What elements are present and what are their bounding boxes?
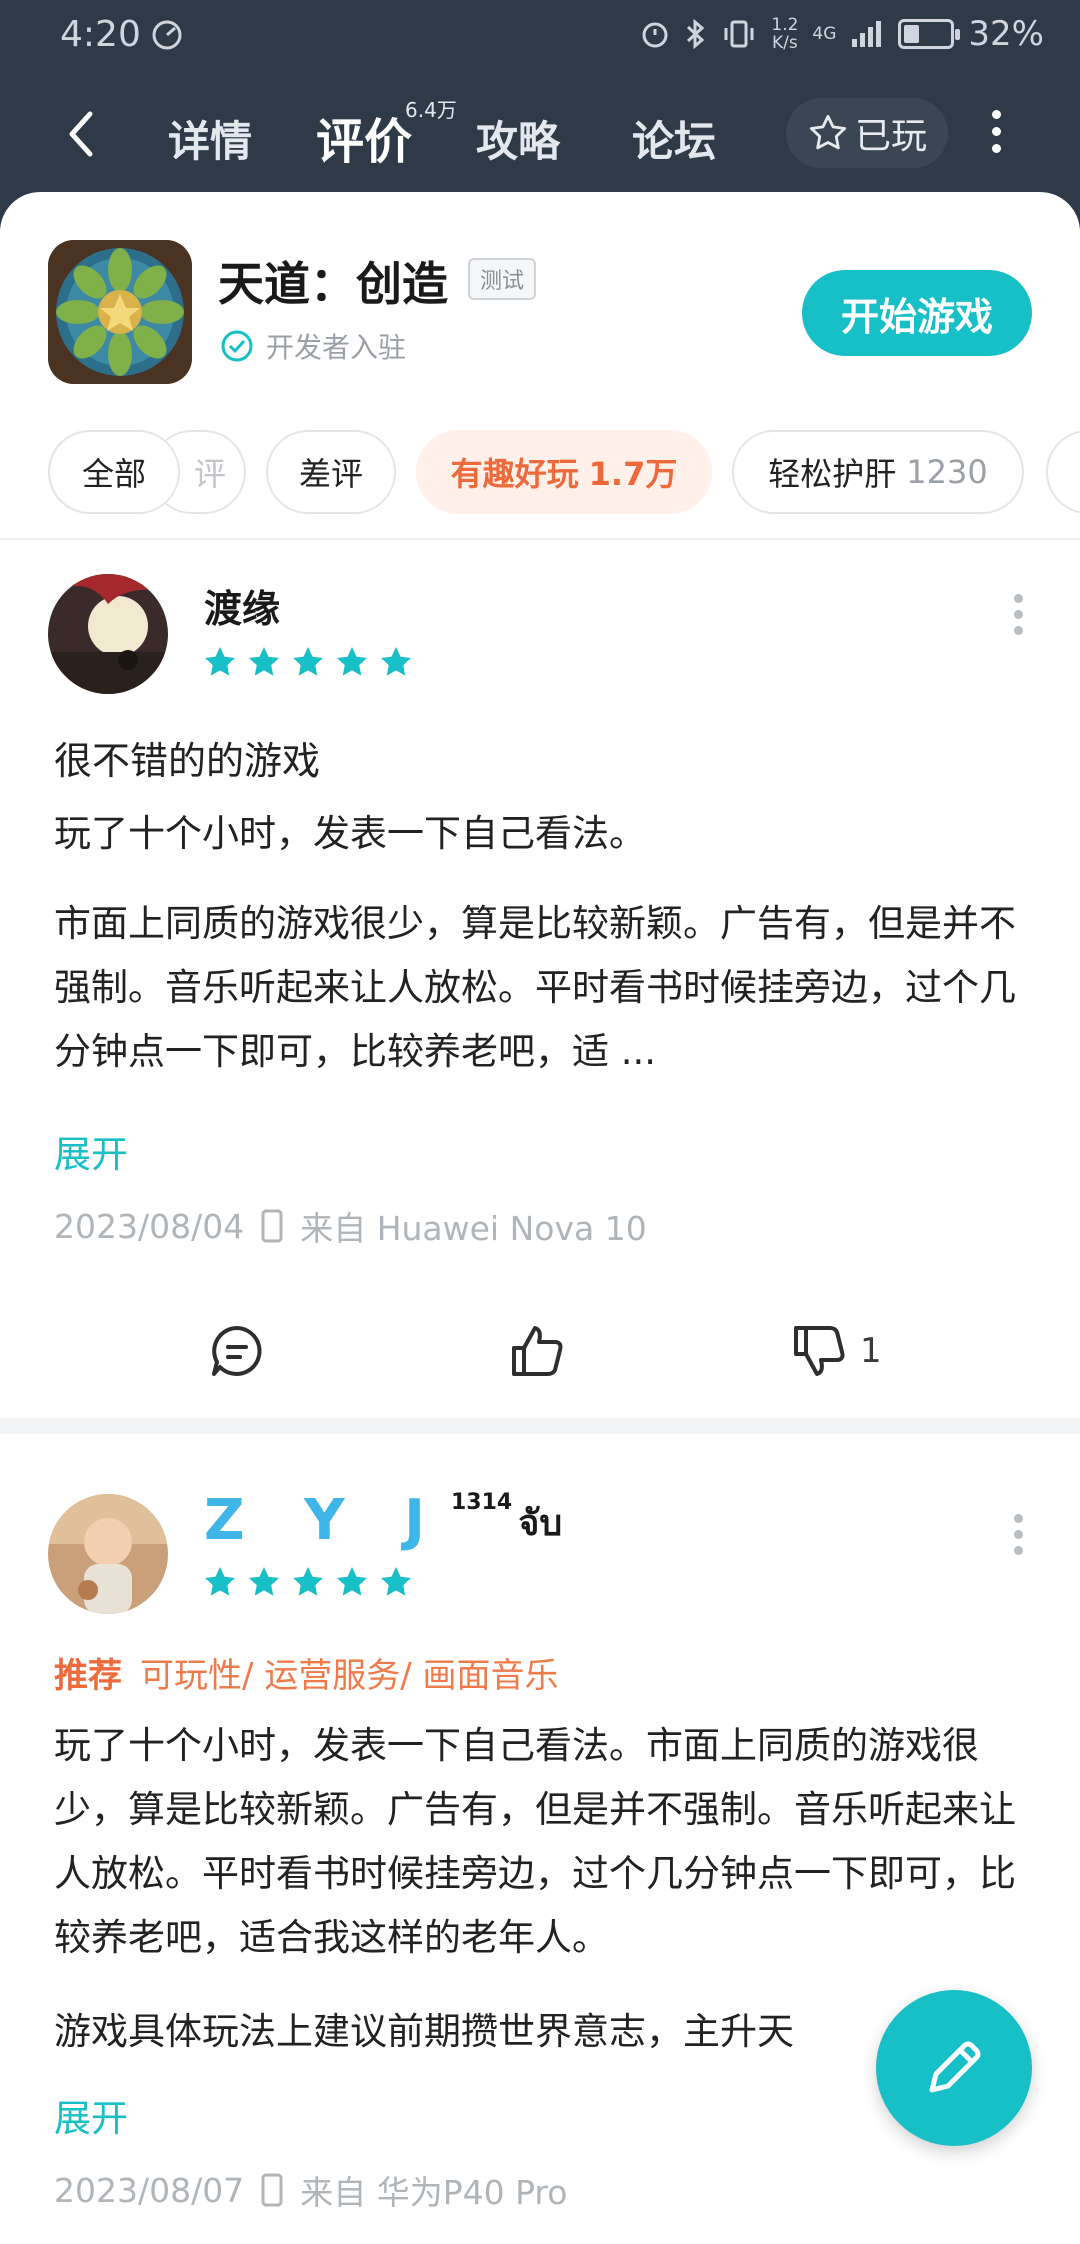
expand-link[interactable]: 展开 xyxy=(54,1124,128,1178)
start-game-button[interactable]: 开始游戏 xyxy=(802,270,1032,356)
tab-reviews[interactable]: 评价 xyxy=(316,102,412,172)
tab-forum[interactable]: 论坛 xyxy=(632,108,716,169)
played-button[interactable]: 已玩 xyxy=(786,98,948,168)
star-icon xyxy=(337,1567,367,1596)
thumbs-down-icon xyxy=(794,1326,845,1376)
filter-negative[interactable]: 差评 xyxy=(266,430,396,514)
review-date: 2023/08/04 xyxy=(54,1206,245,1246)
star-icon xyxy=(337,647,367,676)
review-more-icon[interactable] xyxy=(1014,1514,1026,1562)
review-meta: 2023/08/04 来自 Huawei Nova 10 xyxy=(54,1202,647,1250)
dislike-button[interactable]: 1 xyxy=(790,1322,882,1380)
avatar[interactable] xyxy=(48,1494,168,1614)
bluetooth-icon xyxy=(687,18,705,50)
expand-link[interactable]: 展开 xyxy=(54,2088,128,2142)
comment-icon xyxy=(212,1326,262,1376)
status-time: 4:20 xyxy=(60,14,141,55)
star-outline-icon xyxy=(809,114,847,150)
review-filters: 全部 评 全部 差评 有趣好玩1.7万 轻松护肝1230 劣 xyxy=(0,430,1080,520)
phone-icon xyxy=(261,2173,283,2207)
recommend-label: 推荐 xyxy=(54,1656,122,1696)
back-icon[interactable] xyxy=(58,106,108,162)
review-device: 来自 Huawei Nova 10 xyxy=(300,1209,647,1248)
filter-all-front: 全部 xyxy=(48,430,180,514)
avatar[interactable] xyxy=(48,574,168,694)
review-device: 来自 华为P40 Pro xyxy=(300,2173,568,2212)
tab-details[interactable]: 详情 xyxy=(168,108,252,169)
nav-bar: 详情 评价 6.4万 攻略 论坛 已玩 xyxy=(0,86,1080,182)
status-bar: 4:20 1.2 K/s 4G 32% xyxy=(0,0,1080,76)
star-icon xyxy=(249,647,279,676)
filter-relaxing[interactable]: 轻松护肝 1230 xyxy=(732,430,1024,514)
verified-check-icon xyxy=(221,330,253,362)
review-paragraph: 市面上同质的游戏很少，算是比较新颖。广告有，但是并不强制。音乐听起来让人放松。平… xyxy=(54,902,1016,1073)
tags-text: 可玩性/ 运营服务/ 画面音乐 xyxy=(140,1656,559,1696)
rating-stars xyxy=(202,1564,414,1600)
like-button[interactable] xyxy=(508,1322,566,1380)
review-meta: 2023/08/07 来自 华为P40 Pro xyxy=(54,2166,567,2214)
review-paragraph: 游戏具体玩法上建议前期攒世界意志，主升天 xyxy=(54,2010,794,2053)
star-icon xyxy=(205,1567,235,1596)
star-icon xyxy=(293,647,323,676)
net-speed: 1.2 K/s xyxy=(771,15,799,53)
review-title: 很不错的的游戏 xyxy=(54,739,321,783)
filter-next[interactable]: 劣 xyxy=(1046,430,1080,514)
star-icon xyxy=(381,1567,411,1596)
app-icon xyxy=(48,240,192,384)
signal-icon xyxy=(852,21,882,47)
developer-row: 开发者入驻 xyxy=(220,326,406,366)
more-menu-icon[interactable] xyxy=(984,110,1008,160)
review-paragraph: 玩了十个小时，发表一下自己看法。 xyxy=(54,812,646,855)
battery-icon xyxy=(898,19,961,49)
speedometer-icon xyxy=(152,20,182,50)
pencil-icon xyxy=(929,2041,981,2093)
thumbs-up-icon xyxy=(512,1326,563,1376)
vibrate-icon xyxy=(724,20,754,48)
review-actions: 1 xyxy=(0,1322,1080,1402)
section-separator xyxy=(0,1418,1080,1434)
reviewer-name-group[interactable]: Z Y J 1314 จับ xyxy=(204,1488,562,1554)
rating-stars xyxy=(202,644,414,680)
review-paragraph: 玩了十个小时，发表一下自己看法。市面上同质的游戏很少，算是比较新颖。广告有，但是… xyxy=(54,1724,1016,1959)
star-icon xyxy=(293,1567,323,1596)
developer-label: 开发者入驻 xyxy=(266,331,407,364)
dislike-count: 1 xyxy=(860,1331,882,1371)
test-badge: 测试 xyxy=(468,258,537,300)
reviewer-name: Z Y J xyxy=(204,1488,445,1553)
divider xyxy=(0,538,1080,540)
battery-percent: 32% xyxy=(968,14,1044,54)
write-review-button[interactable] xyxy=(876,1990,1032,2146)
phone-icon xyxy=(261,1209,283,1243)
reviewer-name-sup: 1314 xyxy=(450,1490,513,1515)
review-tags: 推荐 可玩性/ 运营服务/ 画面音乐 xyxy=(54,1648,559,1697)
reviews-count: 6.4万 xyxy=(405,98,457,122)
played-label: 已玩 xyxy=(854,116,927,157)
star-icon xyxy=(381,647,411,676)
alarm-icon xyxy=(642,22,668,48)
star-icon xyxy=(249,1567,279,1596)
comment-button[interactable] xyxy=(208,1322,266,1380)
reviewer-name-suffix: จับ xyxy=(518,1503,563,1544)
review-more-icon[interactable] xyxy=(1014,594,1026,642)
filter-fun[interactable]: 有趣好玩 1.7万 xyxy=(416,430,712,514)
tab-guides[interactable]: 攻略 xyxy=(476,108,560,169)
reviewer-name[interactable]: 渡缘 xyxy=(204,578,280,633)
network-type: 4G xyxy=(812,24,837,44)
review-date: 2023/08/07 xyxy=(54,2170,245,2210)
content-sheet: 天道：创造 测试 开发者入驻 开始游戏 全部 评 全部 差评 有趣好玩1.7万 … xyxy=(0,192,1080,2244)
app-name: 天道：创造 xyxy=(218,257,448,311)
star-icon xyxy=(205,647,235,676)
